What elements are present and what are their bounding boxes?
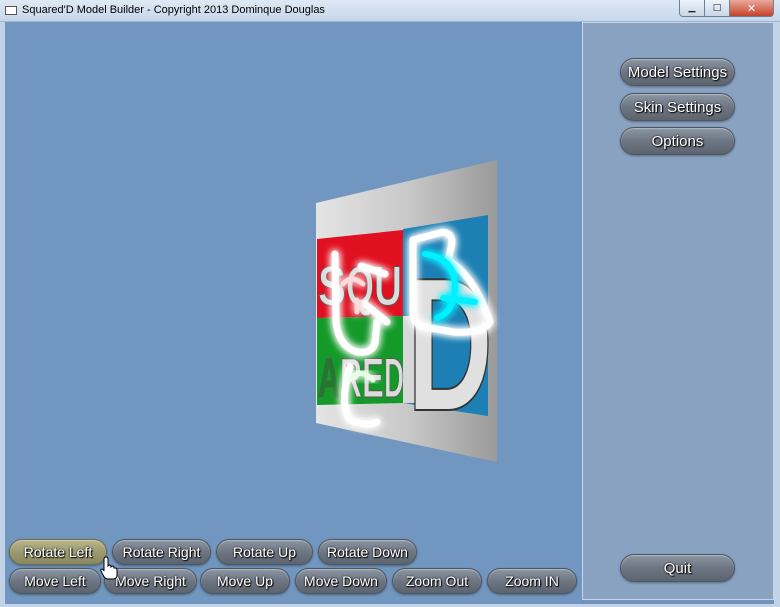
window-frame-right	[774, 22, 780, 607]
close-button[interactable]: ✕	[730, 0, 774, 17]
zoom-in-button[interactable]: Zoom IN	[487, 568, 577, 594]
rotate-up-button[interactable]: Rotate Up	[216, 539, 313, 565]
model-viewport[interactable]: S Q U A R E D D	[5, 22, 582, 604]
window-app-icon	[5, 6, 17, 15]
title-bar: Squared'D Model Builder - Copyright 2013…	[0, 0, 780, 22]
rotate-down-button[interactable]: Rotate Down	[318, 539, 417, 565]
options-button[interactable]: Options	[620, 127, 735, 155]
tile-letter-a: A	[318, 346, 340, 409]
close-icon: ✕	[746, 1, 757, 15]
quit-button[interactable]: Quit	[620, 554, 735, 582]
maximize-icon: □	[712, 3, 722, 13]
move-left-button[interactable]: Move Left	[9, 568, 101, 594]
window-title: Squared'D Model Builder - Copyright 2013…	[22, 4, 325, 16]
zoom-out-button[interactable]: Zoom Out	[392, 568, 482, 594]
model-settings-button[interactable]: Model Settings	[620, 58, 735, 86]
move-up-button[interactable]: Move Up	[200, 568, 290, 594]
hand-pointer-icon	[100, 556, 118, 580]
skin-settings-button[interactable]: Skin Settings	[620, 93, 735, 121]
rotate-left-button[interactable]: Rotate Left	[9, 539, 107, 565]
minimize-button[interactable]: ▁	[679, 0, 705, 17]
tile-letter-d: D	[384, 346, 404, 409]
rotate-right-button[interactable]: Rotate Right	[112, 539, 211, 565]
move-down-button[interactable]: Move Down	[295, 568, 387, 594]
minimize-icon: ▁	[688, 3, 696, 13]
maximize-button[interactable]: □	[705, 0, 730, 17]
window-controls: ▁ □ ✕	[679, 0, 774, 17]
tile-letter-u: U	[374, 254, 402, 317]
model-render: S Q U A R E D D	[316, 160, 497, 462]
